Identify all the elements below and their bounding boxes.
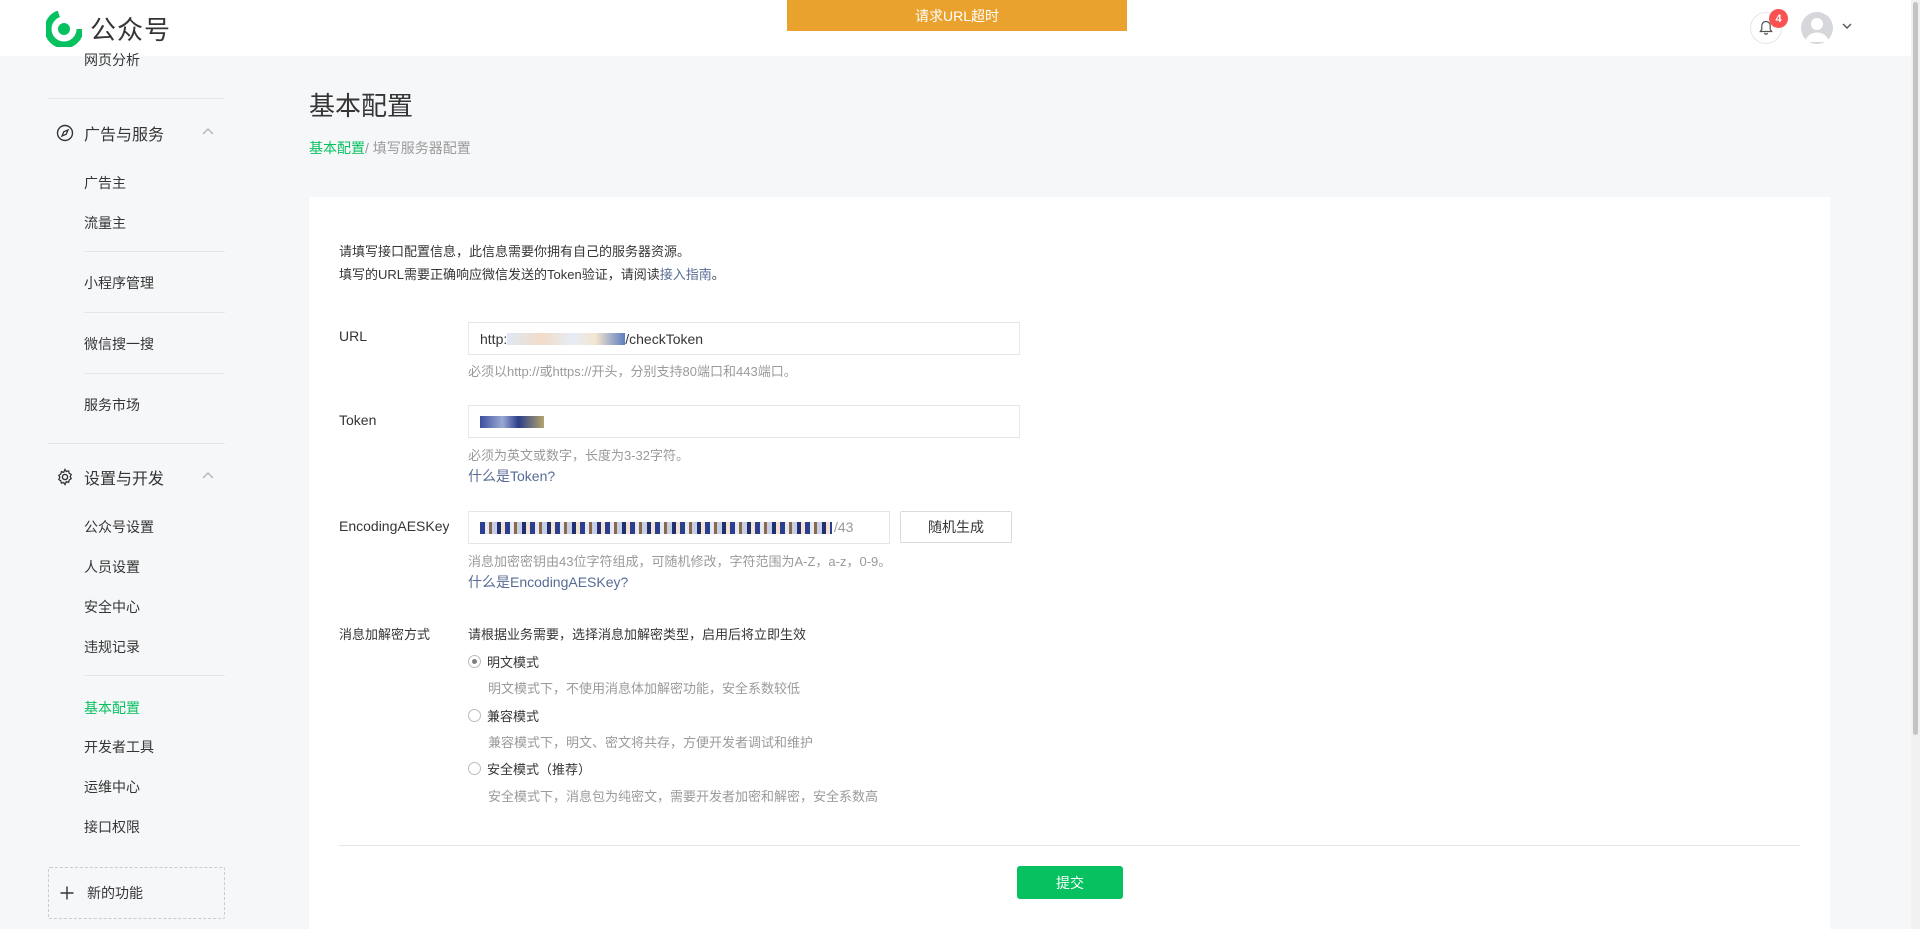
token-input[interactable] xyxy=(468,405,1020,438)
redacted-aeskey xyxy=(480,521,832,534)
sidebar: 网页分析 广告与服务 广告主 流量主 小程序管理 微信搜一搜 服务市场 设置与开… xyxy=(0,52,240,929)
intro-line-2-end: 。 xyxy=(711,267,725,282)
brand-name: 公众号 xyxy=(90,15,172,45)
intro-line-2: 填写的URL需要正确响应微信发送的Token验证，请阅读接入指南。 xyxy=(339,263,725,286)
breadcrumb-link-basic-config[interactable]: 基本配置 xyxy=(309,140,365,156)
form-divider xyxy=(339,845,1800,846)
compass-icon xyxy=(56,124,74,142)
breadcrumb: 基本配置/ 填写服务器配置 xyxy=(309,138,471,158)
url-value-suffix: /checkToken xyxy=(625,330,704,347)
sidebar-item-publisher[interactable]: 流量主 xyxy=(84,213,126,233)
user-avatar-icon xyxy=(1805,18,1829,42)
page-scrollbar[interactable] xyxy=(1911,0,1920,929)
aeskey-label: EncodingAESKey xyxy=(339,518,449,534)
chevron-up-icon[interactable] xyxy=(201,470,215,480)
scrollbar-thumb[interactable] xyxy=(1913,2,1918,735)
sidebar-divider xyxy=(84,251,225,252)
chevron-down-icon[interactable] xyxy=(1841,20,1853,32)
sidebar-group-ads[interactable]: 广告与服务 xyxy=(56,121,164,145)
radio-label: 安全模式（推荐） xyxy=(487,762,592,777)
aeskey-counter: /43 xyxy=(834,519,854,535)
breadcrumb-current: / 填写服务器配置 xyxy=(365,140,471,156)
sidebar-item-staff-settings[interactable]: 人员设置 xyxy=(84,557,140,577)
aeskey-input[interactable] xyxy=(468,511,890,544)
sidebar-item-miniprogram[interactable]: 小程序管理 xyxy=(84,273,154,293)
sidebar-item-violations[interactable]: 违规记录 xyxy=(84,637,140,657)
url-label: URL xyxy=(339,328,368,344)
page-title: 基本配置 xyxy=(309,91,414,121)
intro-line-2-text: 填写的URL需要正确响应微信发送的Token验证，请阅读 xyxy=(339,267,660,282)
sidebar-item-basic-config[interactable]: 基本配置 xyxy=(84,698,140,718)
sidebar-item-advertiser[interactable]: 广告主 xyxy=(84,173,126,193)
intro-text: 请填写接口配置信息，此信息需要你拥有自己的服务器资源。 填写的URL需要正确响应… xyxy=(339,240,725,286)
radio-button-checked[interactable] xyxy=(468,655,481,668)
intro-line-1: 请填写接口配置信息，此信息需要你拥有自己的服务器资源。 xyxy=(339,244,691,259)
sidebar-divider xyxy=(84,675,225,676)
sidebar-group-dev[interactable]: 设置与开发 xyxy=(56,465,164,489)
chevron-up-icon[interactable] xyxy=(201,126,215,136)
radio-description: 安全模式下，消息包为纯密文，需要开发者加密和解密，安全系数高 xyxy=(488,789,879,804)
sidebar-group-label: 设置与开发 xyxy=(84,471,165,488)
timeout-alert-banner: 请求URL超时 xyxy=(787,0,1127,31)
wechat-official-account-logo-icon xyxy=(46,10,82,47)
radio-label: 兼容模式 xyxy=(487,709,540,724)
token-label: Token xyxy=(339,412,377,428)
logo[interactable]: 公众号 xyxy=(46,10,171,47)
avatar[interactable] xyxy=(1801,12,1833,44)
url-hint: 必须以http://或https://开头，分别支持80端口和443端口。 xyxy=(468,364,797,379)
url-value-prefix: http: xyxy=(480,330,508,347)
sidebar-divider xyxy=(48,443,225,444)
notification-badge: 4 xyxy=(1769,9,1788,28)
sidebar-item-api-permissions[interactable]: 接口权限 xyxy=(84,817,140,837)
gear-icon xyxy=(57,468,73,486)
plus-icon xyxy=(60,886,74,900)
radio-description: 兼容模式下，明文、密文将共存，方便开发者调试和维护 xyxy=(488,735,814,750)
radio-button[interactable] xyxy=(468,762,481,775)
sidebar-divider xyxy=(84,373,225,374)
redacted-url xyxy=(507,332,626,345)
radio-plaintext[interactable]: 明文模式 xyxy=(468,652,539,671)
top-bar: 公众号 请求URL超时 4 xyxy=(0,0,1920,56)
radio-description: 明文模式下，不使用消息体加解密功能，安全系数较低 xyxy=(488,681,801,696)
new-feature-button[interactable]: 新的功能 xyxy=(48,867,225,919)
redacted-token xyxy=(480,415,544,428)
token-hint: 必须为英文或数字，长度为3-32字符。 xyxy=(468,448,690,463)
sidebar-item-ops-center[interactable]: 运维中心 xyxy=(84,777,140,797)
radio-secure[interactable]: 安全模式（推荐） xyxy=(468,759,591,778)
url-input[interactable]: http: /checkToken xyxy=(468,322,1020,355)
sidebar-item-developer-tools[interactable]: 开发者工具 xyxy=(84,737,154,757)
encryption-label: 消息加解密方式 xyxy=(339,627,431,642)
what-is-token-link[interactable]: 什么是Token? xyxy=(468,466,555,486)
what-is-aeskey-link[interactable]: 什么是EncodingAESKey? xyxy=(468,572,628,592)
radio-button[interactable] xyxy=(468,709,481,722)
radio-compatible[interactable]: 兼容模式 xyxy=(468,706,539,725)
notification-button[interactable]: 4 xyxy=(1750,9,1788,44)
sidebar-item-market[interactable]: 服务市场 xyxy=(84,395,140,415)
sidebar-item-account-settings[interactable]: 公众号设置 xyxy=(84,517,154,537)
sidebar-item-security-center[interactable]: 安全中心 xyxy=(84,597,140,617)
sidebar-item-search[interactable]: 微信搜一搜 xyxy=(84,334,154,354)
sidebar-item-web-analysis[interactable]: 网页分析 xyxy=(84,50,140,70)
encryption-description: 请根据业务需要，选择消息加解密类型，启用后将立即生效 xyxy=(468,627,807,642)
generate-aeskey-button[interactable]: 随机生成 xyxy=(900,511,1012,543)
sidebar-divider xyxy=(84,312,225,313)
radio-label: 明文模式 xyxy=(487,655,540,670)
sidebar-divider xyxy=(48,98,225,99)
new-feature-label: 新的功能 xyxy=(87,885,143,901)
submit-button[interactable]: 提交 xyxy=(1017,866,1123,899)
sidebar-group-label: 广告与服务 xyxy=(84,127,165,144)
access-guide-link[interactable]: 接入指南 xyxy=(660,267,712,282)
aeskey-hint: 消息加密密钥由43位字符组成，可随机修改，字符范围为A-Z，a-z，0-9。 xyxy=(468,554,892,569)
